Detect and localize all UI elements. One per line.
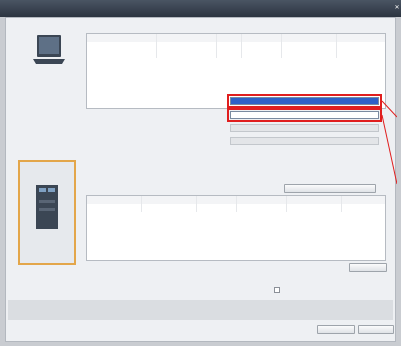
column-header — [237, 196, 287, 204]
column-header — [197, 196, 237, 204]
device-label — [28, 246, 70, 252]
connection-label — [91, 124, 226, 131]
column-header — [342, 196, 385, 204]
plc-icon — [36, 185, 58, 229]
pc-icon — [33, 35, 65, 64]
table-cell[interactable] — [197, 204, 237, 212]
table-cell[interactable] — [337, 50, 385, 58]
table-cell[interactable] — [217, 50, 242, 58]
table-cell[interactable] — [87, 204, 142, 212]
checkbox[interactable] — [274, 287, 280, 293]
close-dialog-button[interactable] — [358, 325, 394, 334]
close-icon: ✕ — [394, 4, 400, 11]
column-header — [157, 34, 217, 42]
table-cell[interactable] — [237, 204, 287, 212]
status-log-area — [8, 300, 393, 320]
interface-label — [91, 111, 226, 118]
table-cell[interactable] — [287, 204, 342, 212]
table-cell[interactable] — [242, 50, 282, 58]
column-header — [282, 34, 337, 42]
target-devices-table — [86, 195, 386, 261]
column-header — [337, 34, 385, 42]
filter-button[interactable] — [284, 184, 376, 193]
checkbox-label — [283, 286, 373, 293]
column-header — [217, 34, 242, 42]
table-cell[interactable] — [242, 42, 282, 50]
connection-dropdown — [230, 124, 379, 132]
gateway-dropdown — [230, 137, 379, 145]
table-cell[interactable] — [157, 42, 217, 50]
title-bar — [0, 0, 401, 17]
online-status-label — [14, 286, 124, 293]
refresh-button[interactable] — [349, 263, 387, 272]
highlight-frame — [227, 94, 382, 108]
table-cell[interactable] — [87, 42, 157, 50]
column-header — [87, 196, 142, 204]
table-cell[interactable] — [337, 42, 385, 50]
table-cell[interactable] — [142, 204, 197, 212]
close-button[interactable]: ✕ — [394, 5, 400, 11]
target-table-caption — [88, 186, 198, 193]
table-cell[interactable] — [282, 50, 337, 58]
highlight-frame — [227, 108, 382, 122]
table-cell[interactable] — [157, 50, 217, 58]
gateway-label — [91, 137, 226, 144]
accessible-devices-caption — [88, 26, 268, 32]
column-header — [242, 34, 282, 42]
target-device-frame[interactable] — [18, 160, 76, 265]
dialog-body — [5, 17, 397, 342]
table-cell[interactable] — [342, 204, 385, 212]
column-header — [87, 34, 157, 42]
column-header — [287, 196, 342, 204]
column-header — [142, 196, 197, 204]
table-cell[interactable] — [217, 42, 242, 50]
table-cell[interactable] — [282, 42, 337, 50]
action-button[interactable] — [317, 325, 355, 334]
table-cell[interactable] — [87, 50, 157, 58]
interface-type-label — [91, 97, 226, 104]
